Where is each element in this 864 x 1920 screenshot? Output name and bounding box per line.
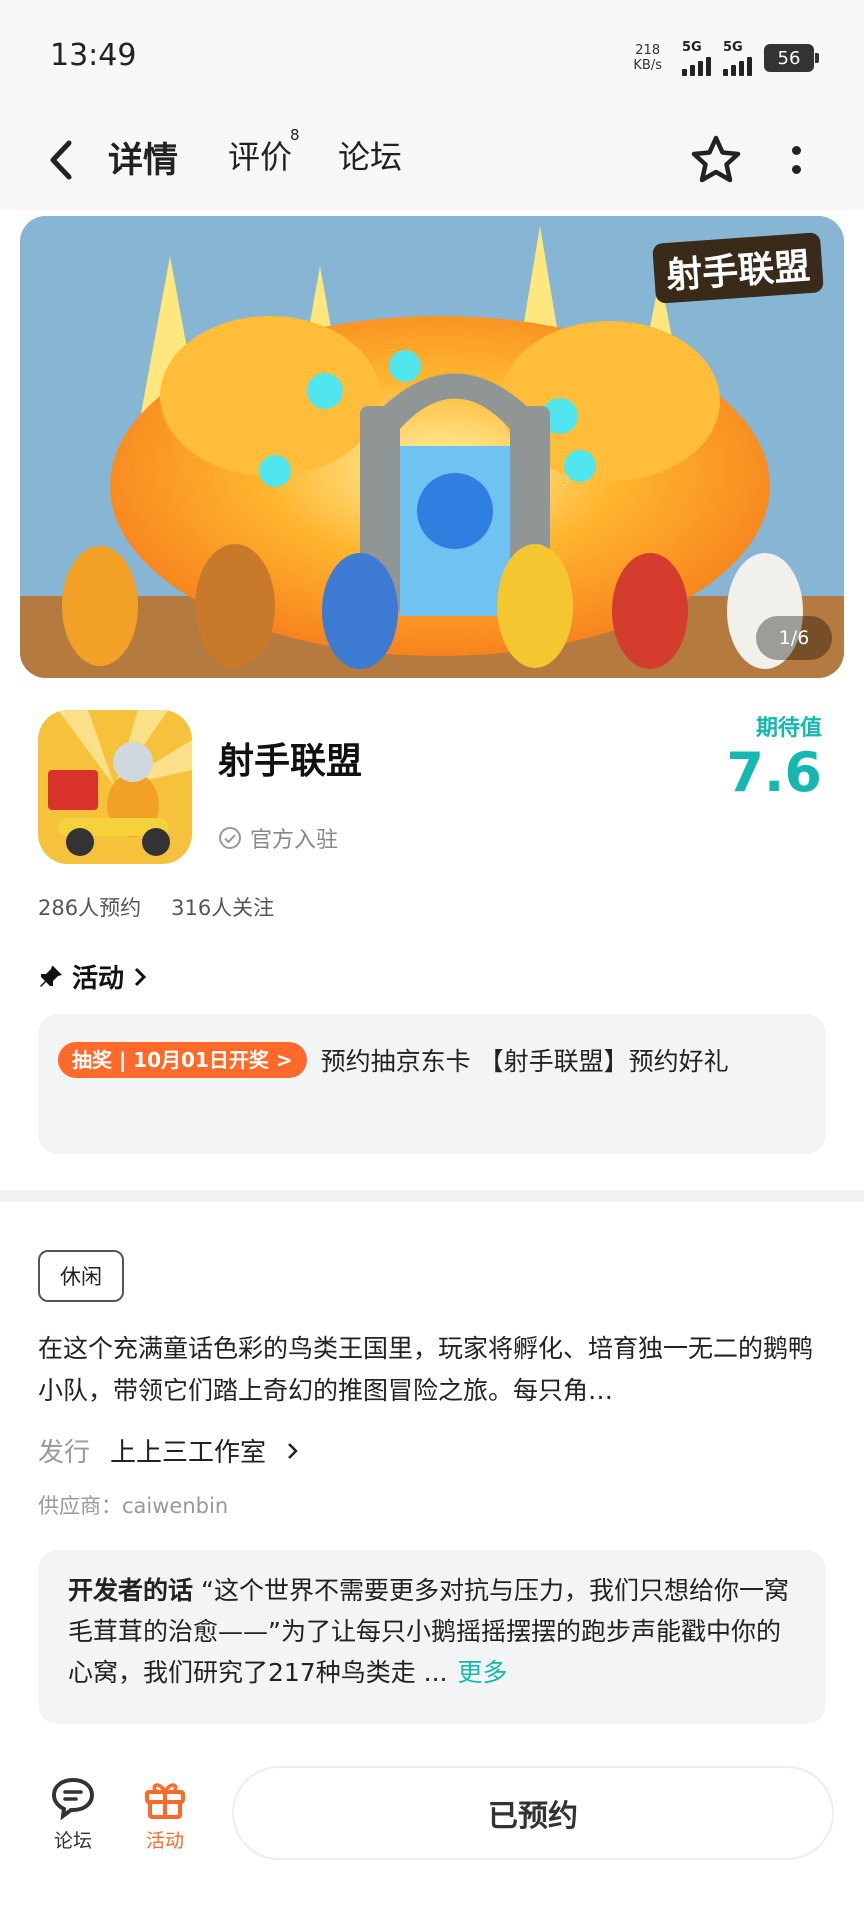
banner-game-logo: 射手联盟 [652, 232, 824, 304]
signal-2-icon: 5G [723, 41, 752, 76]
forum-chat-icon [51, 1777, 95, 1820]
bottom-forum-label: 论坛 [53, 1830, 92, 1852]
signal-1-label: 5G [682, 39, 702, 55]
reserved-button[interactable]: 已预约 [232, 1766, 834, 1860]
activity-promo: 抽奖 | 10月01日开奖 > 预约抽京东卡 【射手联盟】预约好礼 [58, 1036, 806, 1088]
banner-page-indicator: 1/6 [756, 616, 832, 660]
tab-reviews[interactable]: 评价 [228, 132, 292, 178]
genre-tag[interactable]: 休闲 [38, 1250, 124, 1302]
official-label: 官方入驻 [250, 828, 339, 853]
signal-2-label: 5G [723, 39, 743, 55]
net-speed-value: 218 [635, 43, 661, 58]
tab-reviews-badge: 8 [290, 126, 300, 144]
follower-count: 316人关注 [171, 896, 275, 920]
app-icon [38, 710, 192, 864]
more-icon[interactable] [786, 140, 806, 180]
bottom-action-bar: 论坛 活动 已预约 [0, 1748, 864, 1920]
activity-card[interactable]: 抽奖 | 10月01日开奖 > 预约抽京东卡 【射手联盟】预约好礼 [38, 1014, 826, 1154]
tab-forum[interactable]: 论坛 [338, 132, 402, 178]
expectation-score: 期待值 7.6 [726, 710, 822, 800]
official-badge: 官方入驻 [218, 822, 338, 854]
tab-details[interactable]: 详情 [104, 132, 183, 183]
status-time: 13:49 [50, 38, 137, 73]
screenshot-banner[interactable]: 射手联盟 1/6 [20, 216, 844, 678]
verified-check-icon [219, 827, 241, 849]
lottery-tag: 抽奖 | 10月01日开奖 > [58, 1042, 307, 1078]
publisher-row[interactable]: 发行 上上三工作室 [38, 1432, 300, 1469]
expectation-value: 7.6 [726, 741, 822, 804]
activity-title: 活动 [72, 964, 125, 994]
signal-1-icon: 5G [682, 41, 711, 76]
net-speed-unit: KB/s [633, 58, 662, 73]
chevron-right-icon [134, 967, 147, 986]
gift-icon [145, 1783, 185, 1819]
activity-promo-text: 预约抽京东卡 【射手联盟】预约好礼 [320, 1047, 729, 1076]
bottom-activity-button[interactable]: 活动 [130, 1776, 200, 1853]
tab-reviews-label: 评价 [228, 138, 293, 176]
app-name: 射手联盟 [218, 741, 363, 782]
star-icon[interactable] [688, 132, 744, 188]
top-nav: 详情 评价 8 论坛 [0, 110, 864, 210]
expectation-label: 期待值 [755, 716, 822, 741]
chevron-right-icon [288, 1442, 298, 1459]
back-icon[interactable] [40, 135, 80, 185]
activity-section-header[interactable]: 活动 [38, 958, 148, 995]
app-stats: 286人预约 316人关注 [38, 892, 274, 922]
bottom-activity-label: 活动 [145, 1830, 184, 1852]
reservation-count: 286人预约 [38, 896, 142, 920]
section-divider [0, 1190, 864, 1202]
net-speed: 218 KB/s [633, 43, 662, 73]
publisher-name: 上上三工作室 [110, 1438, 267, 1468]
game-description[interactable]: 在这个充满童话色彩的鸟类王国里，玩家将孵化、培育独一无二的鹅鸭小队，带领它们踏上… [38, 1328, 828, 1412]
bottom-forum-button[interactable]: 论坛 [38, 1776, 108, 1853]
status-indicators: 218 KB/s 5G 5G 56 [633, 38, 819, 78]
pin-icon [40, 965, 62, 987]
tab-forum-label: 论坛 [338, 138, 403, 176]
status-bar: 13:49 218 KB/s 5G 5G 56 [0, 0, 864, 110]
battery-icon: 56 [764, 44, 819, 72]
developer-note-label: 开发者的话 [68, 1576, 194, 1605]
publisher-label: 发行 [38, 1438, 91, 1468]
developer-note-card[interactable]: 开发者的话 “这个世界不需要更多对抗与压力，我们只想给你一窝毛茸茸的治愈——”为了… [38, 1550, 826, 1724]
tab-details-label: 详情 [108, 141, 179, 181]
developer-note-more-link[interactable]: 更多 [458, 1658, 508, 1687]
supplier-text: 供应商：caiwenbin [38, 1494, 229, 1518]
